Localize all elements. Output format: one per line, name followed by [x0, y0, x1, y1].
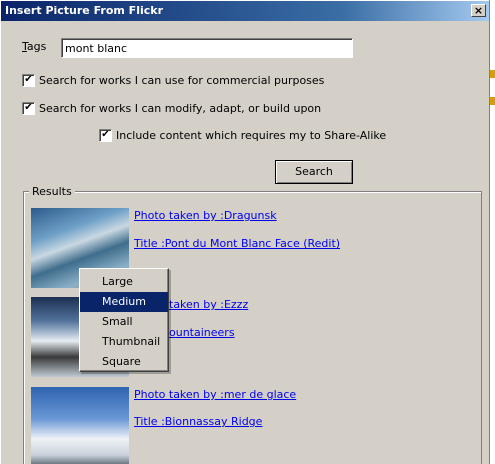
menu-item-square[interactable]: Square [80, 352, 168, 372]
close-icon[interactable]: × [471, 4, 486, 17]
menu-item-medium[interactable]: Medium [80, 292, 168, 312]
result-title-link[interactable]: Title :Pont du Mont Blanc Face (Redit) [134, 237, 340, 250]
search-button[interactable]: Search [275, 160, 353, 184]
commercial-use-option[interactable]: ✔ Search for works I can use for commerc… [22, 74, 324, 87]
dialog-titlebar: Insert Picture From Flickr × [1, 1, 489, 21]
results-legend: Results [29, 185, 75, 198]
result-photographer-link[interactable]: taken by :Ezzz [169, 298, 248, 311]
background-marker [490, 70, 495, 78]
result-photographer-link[interactable]: Photo taken by :mer de glace [134, 388, 296, 401]
tags-input[interactable] [61, 38, 353, 58]
result-title-link[interactable]: Title :Bionnassay Ridge [134, 415, 262, 428]
share-alike-checkbox[interactable]: ✔ [99, 129, 112, 142]
commercial-use-checkbox[interactable]: ✔ [22, 74, 35, 87]
modify-adapt-label: Search for works I can modify, adapt, or… [39, 102, 322, 115]
menu-item-small[interactable]: Small [80, 312, 168, 332]
result-title-link[interactable]: ountaineers [169, 326, 235, 339]
share-alike-option[interactable]: ✔ Include content which requires my to S… [99, 129, 386, 142]
background-marker [490, 97, 495, 105]
modify-adapt-checkbox[interactable]: ✔ [22, 102, 35, 115]
tags-label: Tags [22, 40, 47, 53]
menu-item-thumbnail[interactable]: Thumbnail [80, 332, 168, 352]
dialog-title: Insert Picture From Flickr [5, 4, 164, 17]
result-thumbnail[interactable] [31, 387, 129, 464]
menu-item-large[interactable]: Large [80, 272, 168, 292]
commercial-use-label: Search for works I can use for commercia… [39, 74, 325, 87]
result-photographer-link[interactable]: Photo taken by :Dragunsk [134, 209, 277, 222]
modify-adapt-option[interactable]: ✔ Search for works I can modify, adapt, … [22, 102, 321, 115]
share-alike-label: Include content which requires my to Sha… [116, 129, 387, 142]
image-size-context-menu: Large Medium Small Thumbnail Square [79, 268, 169, 372]
